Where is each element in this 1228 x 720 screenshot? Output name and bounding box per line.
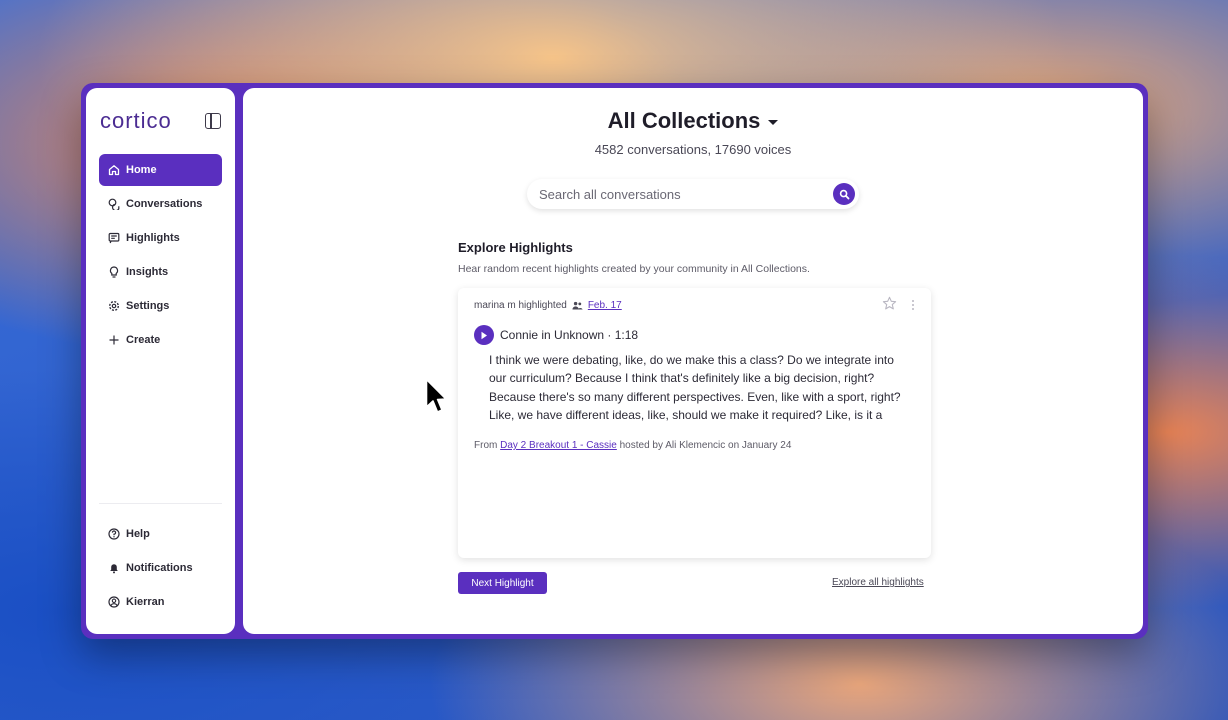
main-content: All Collections 4582 conversations, 1769… — [243, 88, 1143, 634]
highlight-source: From Day 2 Breakout 1 - Cassie hosted by… — [474, 440, 791, 451]
sidebar: cortico Home Conversations Highlights In… — [86, 88, 235, 634]
sidebar-item-label: Home — [126, 164, 157, 176]
explore-subtitle: Hear random recent highlights created by… — [458, 263, 810, 275]
quote-line: I think we were debating, like, do we ma… — [489, 353, 894, 367]
sidebar-item-label: Create — [126, 334, 161, 346]
sidebar-item-highlights[interactable]: Highlights — [99, 222, 222, 254]
highlight-quote: I think we were debating, like, do we ma… — [489, 351, 909, 424]
highlight-icon — [108, 232, 120, 244]
sidebar-item-label: Help — [126, 528, 150, 540]
sidebar-item-label: Notifications — [126, 562, 193, 574]
source-prefix: From — [474, 440, 498, 451]
search-input[interactable] — [539, 186, 833, 202]
search-icon — [839, 189, 849, 199]
help-icon — [108, 528, 120, 540]
caret-down-icon — [768, 120, 779, 125]
gear-icon — [108, 300, 120, 312]
app-window: cortico Home Conversations Highlights In… — [81, 83, 1148, 639]
sidebar-nav: Home Conversations Highlights Insights S… — [86, 154, 235, 356]
quote-line: our curriculum? Because I think that's d… — [489, 371, 875, 386]
quote-line: Like, we have different ideas, like, sho… — [489, 407, 883, 422]
user-icon — [108, 596, 120, 608]
sidebar-item-home[interactable]: Home — [99, 154, 222, 186]
sidebar-item-account[interactable]: Kierran — [99, 586, 222, 618]
collection-selector[interactable]: All Collections — [243, 108, 1143, 134]
sidebar-item-label: Kierran — [126, 596, 165, 608]
next-highlight-button[interactable]: Next Highlight — [458, 572, 547, 594]
source-conversation-link[interactable]: Day 2 Breakout 1 - Cassie — [500, 440, 617, 451]
plus-icon — [108, 334, 120, 346]
highlight-date-link[interactable]: Feb. 17 — [588, 300, 622, 311]
sidebar-item-conversations[interactable]: Conversations — [99, 188, 222, 220]
sidebar-item-help[interactable]: Help — [99, 518, 222, 550]
sidebar-item-label: Settings — [126, 300, 170, 312]
explore-title: Explore Highlights — [458, 240, 573, 255]
cortico-logo: cortico — [100, 108, 172, 133]
highlight-author: marina m highlighted — [474, 300, 567, 311]
quote-line: Because there's so many different perspe… — [489, 389, 901, 404]
highlight-card: marina m highlighted Feb. 17 Connie in U… — [458, 288, 931, 558]
search-button[interactable] — [833, 183, 855, 205]
sidebar-item-notifications[interactable]: Notifications — [99, 552, 222, 584]
play-button[interactable] — [474, 325, 494, 345]
sidebar-header: cortico — [86, 88, 235, 136]
sidebar-item-settings[interactable]: Settings — [99, 290, 222, 322]
sidebar-item-label: Insights — [126, 266, 169, 278]
sidebar-toggle-icon[interactable] — [205, 113, 221, 129]
highlight-meta: marina m highlighted Feb. 17 — [474, 300, 622, 311]
page-title: All Collections — [607, 108, 761, 133]
lightbulb-icon — [108, 266, 120, 278]
sidebar-item-label: Conversations — [126, 198, 203, 210]
bell-icon — [108, 562, 120, 574]
sidebar-bottom: Help Notifications Kierran — [99, 503, 222, 618]
speaker-row: Connie in Unknown · 1:18 — [474, 325, 638, 345]
group-icon — [572, 301, 583, 310]
star-icon[interactable] — [882, 296, 897, 316]
home-icon — [108, 164, 120, 176]
play-icon — [481, 331, 487, 339]
page-subtitle: 4582 conversations, 17690 voices — [594, 142, 792, 157]
sidebar-item-insights[interactable]: Insights — [99, 256, 222, 288]
sidebar-item-label: Highlights — [126, 232, 180, 244]
speaker-label: Connie in Unknown · 1:18 — [500, 328, 639, 342]
source-suffix: hosted by Ali Klemencic on January 24 — [619, 440, 792, 451]
search-bar — [527, 179, 859, 209]
more-options-icon[interactable] — [911, 298, 915, 316]
chat-bubbles-icon — [108, 198, 120, 210]
explore-all-highlights-link[interactable]: Explore all highlights — [832, 577, 924, 588]
sidebar-item-create[interactable]: Create — [99, 324, 222, 356]
mouse-pointer-icon — [425, 378, 447, 413]
